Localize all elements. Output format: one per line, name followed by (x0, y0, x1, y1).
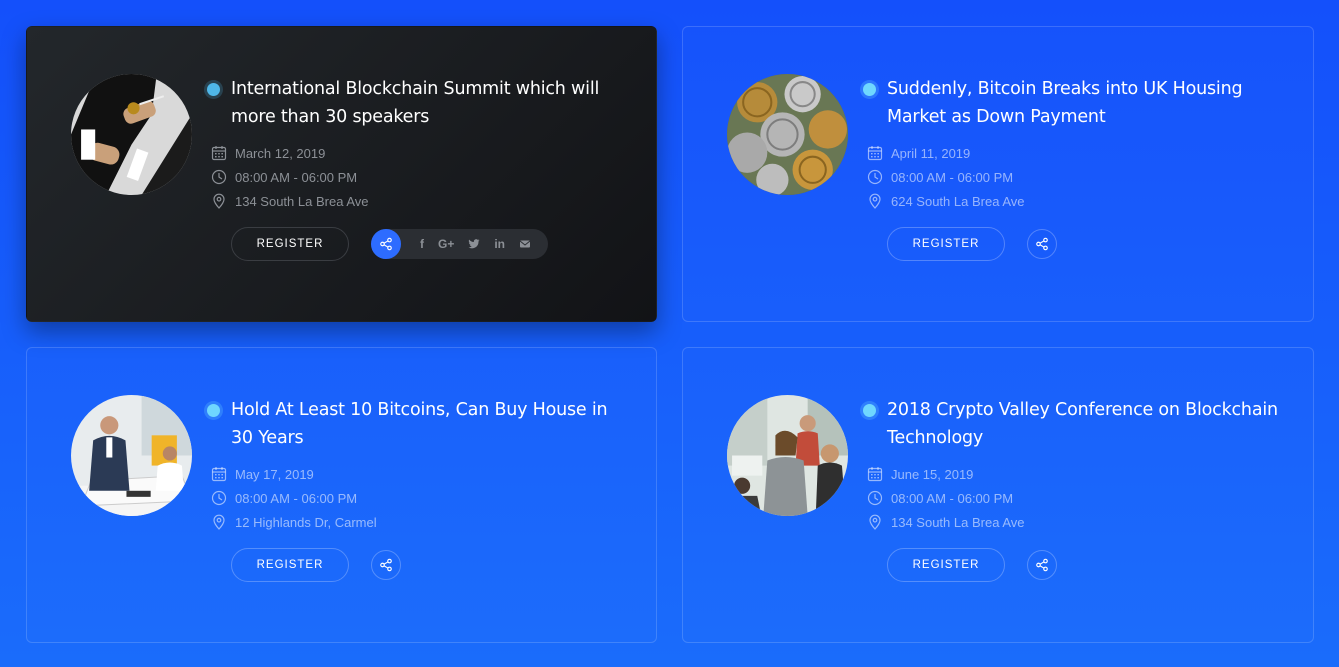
calendar-icon (867, 466, 883, 482)
share-panel (1027, 229, 1057, 259)
register-button[interactable]: REGISTER (887, 227, 1005, 261)
event-meta: March 12, 2019 08:00 AM - 06:00 PM 134 S… (207, 141, 627, 213)
status-dot (863, 83, 876, 96)
register-button[interactable]: REGISTER (231, 227, 349, 261)
email-icon[interactable] (519, 238, 531, 250)
event-image (71, 74, 192, 195)
event-title[interactable]: Hold At Least 10 Bitcoins, Can Buy House… (231, 396, 627, 452)
event-card[interactable]: Hold At Least 10 Bitcoins, Can Buy House… (26, 347, 657, 643)
event-time: 08:00 AM - 06:00 PM (235, 169, 358, 185)
event-date: March 12, 2019 (235, 145, 326, 161)
status-dot (207, 404, 220, 417)
event-meta: April 11, 2019 08:00 AM - 06:00 PM 624 S… (863, 141, 1283, 213)
calendar-icon (211, 145, 227, 161)
register-button[interactable]: REGISTER (231, 548, 349, 582)
clock-icon (211, 169, 227, 185)
event-image (71, 395, 192, 516)
share-icon[interactable] (371, 229, 401, 259)
event-location: 134 South La Brea Ave (891, 514, 1025, 530)
map-pin-icon (867, 193, 883, 209)
event-meta: June 15, 2019 08:00 AM - 06:00 PM 134 So… (863, 462, 1283, 534)
event-card[interactable]: International Blockchain Summit which wi… (26, 26, 657, 322)
share-icon[interactable] (371, 550, 401, 580)
event-date: May 17, 2019 (235, 466, 314, 482)
event-time: 08:00 AM - 06:00 PM (891, 490, 1014, 506)
register-button[interactable]: REGISTER (887, 548, 1005, 582)
status-dot (863, 404, 876, 417)
event-location: 624 South La Brea Ave (891, 193, 1025, 209)
event-time: 08:00 AM - 06:00 PM (235, 490, 358, 506)
share-panel: f G+ in (371, 229, 549, 259)
share-panel (1027, 550, 1057, 580)
map-pin-icon (867, 514, 883, 530)
event-image (727, 395, 848, 516)
event-location: 12 Highlands Dr, Carmel (235, 514, 377, 530)
event-location: 134 South La Brea Ave (235, 193, 369, 209)
clock-icon (867, 490, 883, 506)
event-time: 08:00 AM - 06:00 PM (891, 169, 1014, 185)
event-title[interactable]: International Blockchain Summit which wi… (231, 75, 627, 131)
share-icon[interactable] (1027, 550, 1057, 580)
share-icon[interactable] (1027, 229, 1057, 259)
linkedin-icon[interactable]: in (494, 237, 505, 251)
facebook-icon[interactable]: f (420, 237, 424, 251)
calendar-icon (867, 145, 883, 161)
map-pin-icon (211, 514, 227, 530)
event-image (727, 74, 848, 195)
event-title[interactable]: 2018 Crypto Valley Conference on Blockch… (887, 396, 1283, 452)
calendar-icon (211, 466, 227, 482)
event-card[interactable]: 2018 Crypto Valley Conference on Blockch… (682, 347, 1314, 643)
event-title[interactable]: Suddenly, Bitcoin Breaks into UK Housing… (887, 75, 1283, 131)
event-card[interactable]: Suddenly, Bitcoin Breaks into UK Housing… (682, 26, 1314, 322)
map-pin-icon (211, 193, 227, 209)
events-grid: International Blockchain Summit which wi… (26, 26, 1314, 643)
event-date: April 11, 2019 (891, 145, 971, 161)
google-plus-icon[interactable]: G+ (438, 237, 454, 251)
event-meta: May 17, 2019 08:00 AM - 06:00 PM 12 High… (207, 462, 627, 534)
twitter-icon[interactable] (468, 238, 480, 250)
social-links: f G+ in (413, 237, 538, 251)
event-date: June 15, 2019 (891, 466, 974, 482)
status-dot (207, 83, 220, 96)
share-panel (371, 550, 401, 580)
clock-icon (867, 169, 883, 185)
clock-icon (211, 490, 227, 506)
